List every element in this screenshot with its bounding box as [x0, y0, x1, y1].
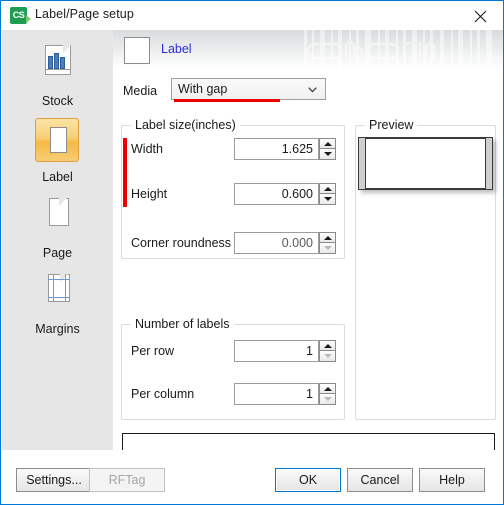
chevron-down-icon [308, 87, 317, 93]
per-row-spin-buttons[interactable] [319, 340, 336, 362]
per-column-label: Per column [131, 387, 195, 401]
per-row-label: Per row [131, 344, 175, 358]
per-column-spin-down[interactable] [319, 394, 336, 405]
number-of-labels-group-title: Number of labels [131, 317, 234, 331]
sidebar: Stock Label Page Margins [2, 30, 113, 450]
height-spin-buttons[interactable] [319, 183, 336, 205]
sidebar-item-stock[interactable]: Stock [2, 42, 113, 108]
label-icon [34, 118, 82, 166]
per-column-input[interactable]: 1 [234, 383, 319, 405]
rftag-button: RFTag [89, 468, 165, 492]
form-panel: Media With gap Label size(inches) Width … [113, 70, 503, 450]
width-input[interactable]: 1.625 [234, 138, 319, 160]
label-preview-icon [124, 37, 150, 64]
label-size-highlight-bar [123, 138, 127, 207]
media-label: Media [123, 84, 158, 98]
corner-roundness-stepper[interactable]: 0.000 [234, 232, 336, 254]
ok-button[interactable]: OK [275, 468, 341, 492]
per-row-input[interactable]: 1 [234, 340, 319, 362]
page-icon [34, 194, 82, 242]
barcode-watermark-icon [304, 30, 492, 70]
height-label: Height [131, 187, 168, 201]
preview-group-title: Preview [365, 118, 418, 132]
help-button[interactable]: Help [419, 468, 485, 492]
window-title: Label/Page setup [35, 7, 134, 21]
app-icon: CS [10, 7, 31, 24]
height-stepper[interactable]: 0.600 [234, 183, 336, 205]
width-spin-down[interactable] [319, 149, 336, 160]
cancel-button[interactable]: Cancel [347, 468, 413, 492]
preview-media [358, 137, 493, 190]
per-column-spin-up[interactable] [319, 383, 336, 394]
height-spin-up[interactable] [319, 183, 336, 194]
sidebar-item-label: Page [42, 246, 73, 260]
sidebar-item-label[interactable]: Label [2, 118, 113, 184]
close-icon [474, 10, 487, 23]
sidebar-item-margins[interactable]: Margins [2, 270, 113, 336]
per-column-stepper[interactable]: 1 [234, 383, 336, 405]
per-column-spin-buttons[interactable] [319, 383, 336, 405]
per-row-spin-up[interactable] [319, 340, 336, 351]
corner-roundness-spin-down[interactable] [319, 243, 336, 254]
per-row-spin-down[interactable] [319, 351, 336, 362]
stock-icon [34, 42, 82, 90]
sidebar-item-label: Margins [35, 322, 80, 336]
settings-button[interactable]: Settings... [16, 468, 92, 492]
sidebar-item-page[interactable]: Page [2, 194, 113, 260]
media-select-value: With gap [178, 82, 228, 96]
corner-roundness-label: Corner roundness [131, 236, 232, 250]
label-page-setup-dialog: CS Label/Page setup Stock Label Page Mar… [0, 0, 504, 505]
per-row-stepper[interactable]: 1 [234, 340, 336, 362]
corner-roundness-spin-buttons[interactable] [319, 232, 336, 254]
media-highlight-underline [174, 99, 280, 102]
height-spin-down[interactable] [319, 194, 336, 205]
corner-roundness-spin-up[interactable] [319, 232, 336, 243]
close-button[interactable] [458, 1, 503, 29]
width-stepper[interactable]: 1.625 [234, 138, 336, 160]
width-spin-buttons[interactable] [319, 138, 336, 160]
number-of-labels-group: Number of labels [121, 317, 345, 420]
margins-icon [34, 270, 82, 318]
corner-roundness-input[interactable]: 0.000 [234, 232, 319, 254]
width-label: Width [131, 142, 163, 156]
height-input[interactable]: 0.600 [234, 183, 319, 205]
footer-bar: Settings... RFTag OK Cancel Help [2, 450, 503, 504]
media-select[interactable]: With gap [171, 78, 326, 100]
content-header: Label [113, 30, 503, 70]
title-bar: CS Label/Page setup [1, 1, 503, 31]
label-size-group-title: Label size(inches) [131, 118, 240, 132]
width-spin-up[interactable] [319, 138, 336, 149]
sidebar-item-label: Label [42, 170, 73, 184]
sidebar-item-label: Stock [41, 94, 74, 108]
page-title: Label [161, 42, 192, 56]
preview-label-shape [365, 138, 486, 189]
